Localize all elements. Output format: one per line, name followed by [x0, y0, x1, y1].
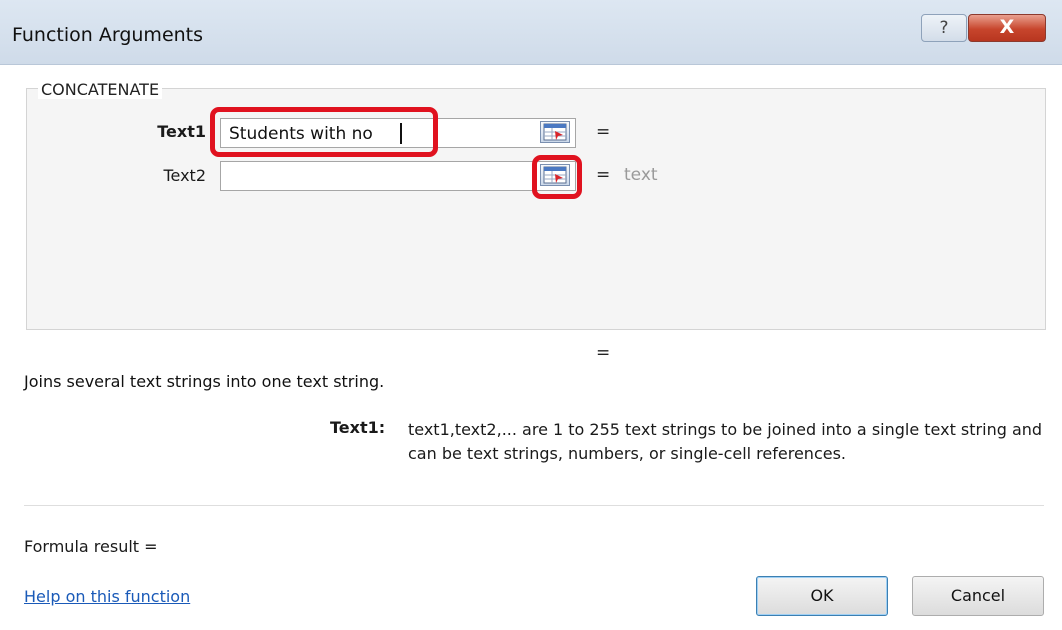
help-icon: ? [939, 18, 949, 38]
close-icon: X [999, 16, 1015, 38]
dialog-title: Function Arguments [12, 24, 204, 46]
function-description: Joins several text strings into one text… [24, 372, 385, 391]
title-bar: Function Arguments ? X [0, 0, 1062, 65]
help-button[interactable]: ? [921, 14, 967, 42]
text2-input[interactable] [220, 161, 576, 191]
text2-equals: = [596, 165, 611, 185]
divider [24, 505, 1044, 506]
annotation-highlight-text1 [210, 107, 438, 157]
text1-equals: = [596, 122, 611, 142]
annotation-highlight-range-button [532, 155, 582, 199]
range-selector-icon [543, 123, 567, 141]
text2-result: text [624, 165, 658, 185]
function-name: CONCATENATE [38, 80, 163, 99]
text2-label: Text2 [163, 166, 206, 185]
param-description: text1,text2,... are 1 to 255 text string… [408, 420, 1043, 463]
param-name: Text1: [330, 418, 386, 437]
preview-equals: = [596, 343, 611, 363]
help-link[interactable]: Help on this function [24, 587, 190, 606]
formula-result: Formula result = [24, 537, 158, 556]
ok-button[interactable]: OK [756, 576, 888, 616]
text1-label: Text1 [157, 122, 206, 141]
text1-range-button[interactable] [540, 121, 570, 143]
cancel-button[interactable]: Cancel [912, 576, 1044, 616]
close-button[interactable]: X [968, 14, 1046, 42]
